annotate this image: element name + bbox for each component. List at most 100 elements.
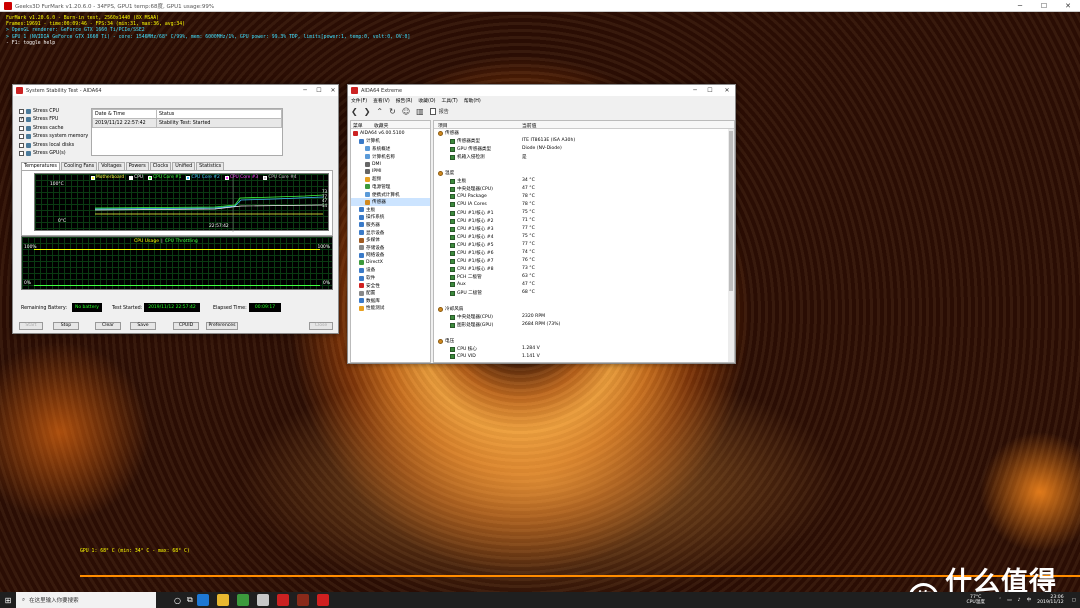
menu-item[interactable]: 收藏(O) [418,97,435,104]
col-item[interactable]: 项目 [438,122,448,129]
network-icon[interactable]: ▭ [1007,598,1011,603]
scrollbar-thumb[interactable] [729,131,733,291]
stability-taskbar-icon[interactable] [296,594,309,606]
list-item[interactable]: CPU #1/核心 #4 75 °C [434,233,734,241]
list-item[interactable]: GPU 传感器类型 Diode (NV-Diode) [434,145,734,153]
checkbox[interactable] [19,142,24,148]
close-icon[interactable]: ✕ [1056,0,1080,12]
tree-item[interactable]: 超频 [351,176,430,184]
tree-item[interactable]: 设备 [351,267,430,275]
checkbox[interactable] [19,108,24,114]
tree-item[interactable]: 显示设备 [351,229,430,237]
back-icon[interactable]: ❮ [351,107,358,116]
furmark-taskbar-icon[interactable] [316,594,329,606]
volume-icon[interactable]: ♪ [1018,598,1021,603]
tree-item[interactable]: AIDA64 v6.00.5100 [351,130,430,138]
tree-item[interactable]: 数据库 [351,297,430,305]
maximize-icon[interactable]: ☐ [312,85,326,96]
tree-item[interactable]: DirectX [351,259,430,267]
menu-item[interactable]: 查看(V) [373,97,390,104]
user-icon[interactable]: ☺ [402,107,410,116]
list-item[interactable]: CPU IA Cores 78 °C [434,201,734,209]
stress-option[interactable]: ✓ Stress FPU [19,116,88,125]
clear-button[interactable]: Clear [95,322,121,330]
close-button[interactable]: Close [309,322,333,330]
list-item[interactable]: CPU #1/核心 #1 75 °C [434,209,734,217]
furmark-titlebar[interactable]: Geeks3D FurMark v1.20.6.0 - 34FPS, GPU1 … [0,0,1080,12]
tree-item[interactable]: 系统概述 [351,145,430,153]
edge-icon[interactable] [196,594,209,606]
tree-tab-favorites[interactable]: 收藏夹 [374,122,388,129]
app-icon[interactable] [236,594,249,606]
menu-item[interactable]: 文件(F) [351,97,367,104]
section-header[interactable]: 冷却风扇 [434,305,734,313]
checkbox[interactable] [19,151,24,157]
list-item[interactable]: 传感器类型 ITE IT8613E (ISA A30h) [434,137,734,145]
list-item[interactable]: PCH 二极管 63 °C [434,273,734,281]
task-view-icon[interactable]: ⧉ [187,595,193,605]
tab[interactable]: Clocks [149,162,172,170]
tree-item[interactable]: 电源管理 [351,183,430,191]
tree-item[interactable]: 多媒体 [351,236,430,244]
list-item[interactable]: CPU #1/核心 #5 77 °C [434,241,734,249]
list-item[interactable]: CPU Package 78 °C [434,193,734,201]
list-item[interactable]: CPU 核心 1.284 V [434,345,734,353]
tab[interactable]: Powers [125,162,149,170]
start-icon[interactable]: ⊞ [0,592,16,608]
cortana-icon[interactable]: ○ [174,596,181,605]
forward-icon[interactable]: ❯ [364,107,371,116]
refresh-icon[interactable]: ↻ [389,107,396,116]
list-item[interactable]: GPU 二极管 68 °C [434,289,734,297]
clock[interactable]: 23:06 2019/11/12 [1037,595,1063,605]
tree-item[interactable]: 主板 [351,206,430,214]
list-item[interactable]: CPU #1/核心 #3 77 °C [434,225,734,233]
list-item[interactable]: 图形处理器(GPU) 2684 RPM (73%) [434,321,734,329]
cpuid-button[interactable]: CPUID [173,322,199,330]
tree-item[interactable]: DMI [351,160,430,168]
tree-item[interactable]: 存储设备 [351,244,430,252]
list-item[interactable]: 主板 34 °C [434,177,734,185]
chart-icon[interactable]: ▥ [416,107,424,116]
menu-item[interactable]: 帮助(H) [464,97,481,104]
close-icon[interactable]: ✕ [326,85,340,96]
list-item[interactable]: 中央处理器(CPU) 47 °C [434,185,734,193]
minimize-icon[interactable]: ─ [688,85,702,96]
list-item[interactable]: CPU #1/核心 #7 76 °C [434,257,734,265]
tree-item[interactable]: 计算机名称 [351,153,430,161]
stress-option[interactable]: Stress CPU [19,107,88,116]
menu-item[interactable]: 报告(R) [396,97,413,104]
stress-option[interactable]: Stress system memory [19,133,88,142]
list-item[interactable]: CPU #1/核心 #2 71 °C [434,217,734,225]
tab[interactable]: Voltages [98,162,125,170]
tab[interactable]: Cooling Fans [60,162,98,170]
start-button[interactable]: Start [19,322,43,330]
stress-option[interactable]: Stress local disks [19,141,88,150]
tree-item[interactable]: IPMI [351,168,430,176]
table-row[interactable]: 2019/11/12 22:57:42 Stability Test: Star… [92,118,282,128]
save-button[interactable]: Save [130,322,156,330]
tab[interactable]: Unified [172,162,196,170]
tab[interactable]: Temperatures [21,162,60,170]
list-item[interactable]: CPU #1/核心 #8 73 °C [434,265,734,273]
section-header[interactable]: 传感器 [434,129,734,137]
tree-item[interactable]: 网络设备 [351,252,430,260]
tree-item[interactable]: 安全性 [351,282,430,290]
col-value[interactable]: 当前值 [522,122,536,129]
checkbox[interactable]: ✓ [19,117,24,123]
tree-item[interactable]: 配置 [351,289,430,297]
up-icon[interactable]: ⌃ [376,107,383,116]
notification-icon[interactable]: ▢ [1072,598,1076,603]
section-header[interactable]: 温度 [434,169,734,177]
tree-item[interactable]: 操作系统 [351,214,430,222]
maximize-icon[interactable]: ☐ [1032,0,1056,12]
aida-titlebar[interactable]: AIDA64 Extreme ─ ☐ ✕ [348,85,735,96]
tree-item[interactable]: 便携式计算机 [351,191,430,199]
checkbox[interactable] [19,134,24,140]
stability-titlebar[interactable]: System Stability Test - AIDA64 ─ ☐ ✕ [13,85,338,96]
list-item[interactable]: 机箱入侵检测 是 [434,153,734,161]
explorer-icon[interactable] [216,594,229,606]
tree-item[interactable]: 服务器 [351,221,430,229]
section-header[interactable]: 电压 [434,337,734,345]
tab[interactable]: Statistics [196,162,225,170]
aida64-taskbar-icon[interactable] [276,594,289,606]
